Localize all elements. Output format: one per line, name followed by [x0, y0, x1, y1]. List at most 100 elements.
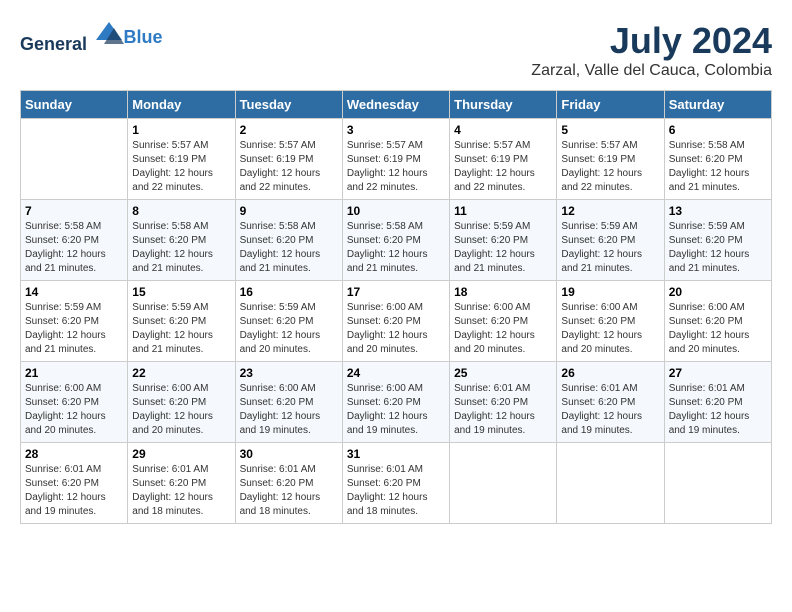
calendar-table: SundayMondayTuesdayWednesdayThursdayFrid… [20, 90, 772, 524]
calendar-cell: 24Sunrise: 6:00 AM Sunset: 6:20 PM Dayli… [342, 362, 449, 443]
calendar-cell: 23Sunrise: 6:00 AM Sunset: 6:20 PM Dayli… [235, 362, 342, 443]
calendar-cell: 10 Sunrise: 5:58 AM Sunset: 6:20 PM Dayli… [342, 200, 449, 281]
day-number: 27 [669, 366, 767, 380]
calendar-cell [450, 443, 557, 524]
calendar-cell: 4Sunrise: 5:57 AM Sunset: 6:19 PM Daylig… [450, 119, 557, 200]
calendar-cell [557, 443, 664, 524]
logo: General Blue [20, 20, 163, 55]
calendar-cell: 29 Sunrise: 6:01 AM Sunset: 6:20 PM Dayli… [128, 443, 235, 524]
day-number: 21 [25, 366, 123, 380]
week-row-4: 21 Sunrise: 6:00 AM Sunset: 6:20 PM Dayli… [21, 362, 772, 443]
day-info: Sunrise: 6:00 AM Sunset: 6:20 PM Dayligh… [132, 382, 230, 438]
calendar-cell: 3 Sunrise: 5:57 AM Sunset: 6:19 PM Daylig… [342, 119, 449, 200]
day-info: Sunrise: 5:58 AM Sunset: 6:20 PM Dayligh… [25, 220, 123, 276]
day-info: Sunrise: 6:00 AM Sunset: 6:20 PM Dayligh… [347, 301, 445, 357]
calendar-cell [664, 443, 771, 524]
day-info: Sunrise: 6:01 AM Sunset: 6:20 PM Dayligh… [454, 382, 552, 438]
calendar-cell: 21 Sunrise: 6:00 AM Sunset: 6:20 PM Dayli… [21, 362, 128, 443]
day-number: 19 [561, 285, 659, 299]
day-info: Sunrise: 5:59 AM Sunset: 6:20 PM Dayligh… [669, 220, 767, 276]
logo-blue: Blue [124, 27, 163, 48]
calendar-cell: 18 Sunrise: 6:00 AM Sunset: 6:20 PM Dayli… [450, 281, 557, 362]
day-number: 1 [132, 123, 230, 137]
day-info: Sunrise: 5:59 AM Sunset: 6:20 PM Dayligh… [25, 301, 123, 357]
day-number: 17 [347, 285, 445, 299]
day-info: Sunrise: 6:01 AM Sunset: 6:20 PM Dayligh… [347, 463, 445, 519]
day-number: 18 [454, 285, 552, 299]
calendar-cell: 22 Sunrise: 6:00 AM Sunset: 6:20 PM Dayli… [128, 362, 235, 443]
day-info: Sunrise: 6:01 AM Sunset: 6:20 PM Dayligh… [669, 382, 767, 438]
day-number: 8 [132, 204, 230, 218]
week-row-1: 1 Sunrise: 5:57 AM Sunset: 6:19 PM Daylig… [21, 119, 772, 200]
day-info: Sunrise: 5:57 AM Sunset: 6:19 PM Dayligh… [240, 139, 338, 195]
logo-icon [94, 20, 124, 50]
day-number: 5 [561, 123, 659, 137]
day-number: 26 [561, 366, 659, 380]
day-number: 12 [561, 204, 659, 218]
day-number: 6 [669, 123, 767, 137]
day-info: Sunrise: 6:01 AM Sunset: 6:20 PM Dayligh… [132, 463, 230, 519]
day-info: Sunrise: 6:00 AM Sunset: 6:20 PM Dayligh… [25, 382, 123, 438]
calendar-cell: 6Sunrise: 5:58 AM Sunset: 6:20 PM Daylig… [664, 119, 771, 200]
calendar-cell: 14Sunrise: 5:59 AM Sunset: 6:20 PM Dayli… [21, 281, 128, 362]
calendar-cell: 31 Sunrise: 6:01 AM Sunset: 6:20 PM Dayli… [342, 443, 449, 524]
calendar-cell: 9 Sunrise: 5:58 AM Sunset: 6:20 PM Daylig… [235, 200, 342, 281]
day-number: 24 [347, 366, 445, 380]
day-number: 10 [347, 204, 445, 218]
day-number: 9 [240, 204, 338, 218]
calendar-cell: 30Sunrise: 6:01 AM Sunset: 6:20 PM Dayli… [235, 443, 342, 524]
day-info: Sunrise: 6:01 AM Sunset: 6:20 PM Dayligh… [25, 463, 123, 519]
day-info: Sunrise: 5:57 AM Sunset: 6:19 PM Dayligh… [561, 139, 659, 195]
calendar-cell: 28 Sunrise: 6:01 AM Sunset: 6:20 PM Dayli… [21, 443, 128, 524]
header-day-wednesday: Wednesday [342, 91, 449, 119]
main-title: July 2024 [531, 20, 772, 62]
calendar-cell: 15 Sunrise: 5:59 AM Sunset: 6:20 PM Dayli… [128, 281, 235, 362]
day-info: Sunrise: 5:58 AM Sunset: 6:20 PM Dayligh… [347, 220, 445, 276]
day-info: Sunrise: 6:00 AM Sunset: 6:20 PM Dayligh… [454, 301, 552, 357]
day-number: 7 [25, 204, 123, 218]
day-number: 29 [132, 447, 230, 461]
day-number: 16 [240, 285, 338, 299]
day-info: Sunrise: 5:59 AM Sunset: 6:20 PM Dayligh… [132, 301, 230, 357]
day-info: Sunrise: 5:58 AM Sunset: 6:20 PM Dayligh… [132, 220, 230, 276]
week-row-5: 28 Sunrise: 6:01 AM Sunset: 6:20 PM Dayli… [21, 443, 772, 524]
calendar-cell: 11 Sunrise: 5:59 AM Sunset: 6:20 PM Dayli… [450, 200, 557, 281]
day-number: 28 [25, 447, 123, 461]
calendar-cell: 16 Sunrise: 5:59 AM Sunset: 6:20 PM Dayli… [235, 281, 342, 362]
header-day-thursday: Thursday [450, 91, 557, 119]
day-info: Sunrise: 5:59 AM Sunset: 6:20 PM Dayligh… [561, 220, 659, 276]
header-day-saturday: Saturday [664, 91, 771, 119]
day-number: 31 [347, 447, 445, 461]
day-info: Sunrise: 6:00 AM Sunset: 6:20 PM Dayligh… [561, 301, 659, 357]
header-day-tuesday: Tuesday [235, 91, 342, 119]
day-number: 11 [454, 204, 552, 218]
calendar-cell: 25 Sunrise: 6:01 AM Sunset: 6:20 PM Dayli… [450, 362, 557, 443]
calendar-cell [21, 119, 128, 200]
day-info: Sunrise: 5:59 AM Sunset: 6:20 PM Dayligh… [454, 220, 552, 276]
calendar-cell: 26 Sunrise: 6:01 AM Sunset: 6:20 PM Dayli… [557, 362, 664, 443]
calendar-cell: 20 Sunrise: 6:00 AM Sunset: 6:20 PM Dayli… [664, 281, 771, 362]
day-number: 15 [132, 285, 230, 299]
day-info: Sunrise: 5:57 AM Sunset: 6:19 PM Dayligh… [347, 139, 445, 195]
header-day-friday: Friday [557, 91, 664, 119]
calendar-cell: 1Sunrise: 5:57 AM Sunset: 6:19 PM Daylig… [128, 119, 235, 200]
calendar-cell: 7 Sunrise: 5:58 AM Sunset: 6:20 PM Daylig… [21, 200, 128, 281]
week-row-2: 7 Sunrise: 5:58 AM Sunset: 6:20 PM Daylig… [21, 200, 772, 281]
calendar-cell: 27 Sunrise: 6:01 AM Sunset: 6:20 PM Dayli… [664, 362, 771, 443]
calendar-body: 1 Sunrise: 5:57 AM Sunset: 6:19 PM Daylig… [21, 119, 772, 524]
subtitle: Zarzal, Valle del Cauca, Colombia [531, 62, 772, 80]
day-number: 13 [669, 204, 767, 218]
day-number: 20 [669, 285, 767, 299]
day-number: 23 [240, 366, 338, 380]
day-info: Sunrise: 6:01 AM Sunset: 6:20 PM Dayligh… [240, 463, 338, 519]
day-number: 3 [347, 123, 445, 137]
header-day-monday: Monday [128, 91, 235, 119]
day-info: Sunrise: 6:00 AM Sunset: 6:20 PM Dayligh… [669, 301, 767, 357]
day-info: Sunrise: 5:58 AM Sunset: 6:20 PM Dayligh… [240, 220, 338, 276]
day-number: 25 [454, 366, 552, 380]
day-info: Sunrise: 6:01 AM Sunset: 6:20 PM Dayligh… [561, 382, 659, 438]
day-number: 22 [132, 366, 230, 380]
calendar-cell: 17 Sunrise: 6:00 AM Sunset: 6:20 PM Dayli… [342, 281, 449, 362]
calendar-cell: 19 Sunrise: 6:00 AM Sunset: 6:20 PM Dayli… [557, 281, 664, 362]
day-info: Sunrise: 5:59 AM Sunset: 6:20 PM Dayligh… [240, 301, 338, 357]
